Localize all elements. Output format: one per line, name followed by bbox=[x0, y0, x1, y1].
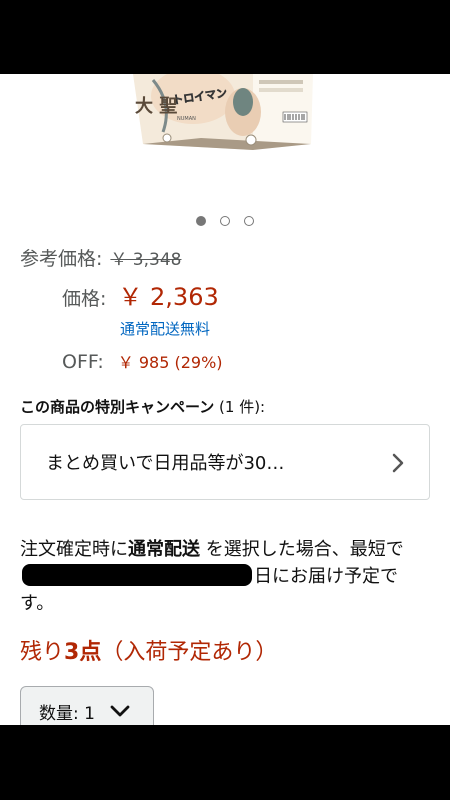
price-label: 価格: bbox=[62, 288, 107, 310]
campaign-heading-text: この商品の特別キャンペーン bbox=[20, 398, 215, 416]
carousel-dot[interactable] bbox=[196, 216, 206, 226]
quantity-dropdown[interactable]: 数量: 1 bbox=[20, 686, 154, 725]
campaign-heading: この商品の特別キャンペーン (1 件): bbox=[20, 396, 265, 417]
delivery-method: 通常配送 bbox=[128, 539, 200, 560]
campaign-item-text: まとめ買いで日用品等が30… bbox=[46, 453, 285, 474]
product-page: トロイマン NUMAN 大 聖 参考価格: ￥ 3,348 価格: ￥ 2,36… bbox=[0, 74, 450, 725]
stock-prefix: 残り bbox=[20, 640, 65, 665]
campaign-item[interactable]: まとめ買いで日用品等が30… bbox=[20, 424, 430, 500]
discount-value: ￥ 985 (29%) bbox=[117, 353, 223, 372]
stock-status: 残り3点（入荷予定あり） bbox=[20, 634, 277, 666]
redacted-date bbox=[22, 564, 252, 586]
quantity-label: 数量: 1 bbox=[39, 703, 95, 724]
price-row: 価格: ￥ 2,363 bbox=[62, 277, 219, 312]
campaign-count: (1 件): bbox=[214, 398, 266, 416]
delivery-text-2: を選択した場合、最短で bbox=[200, 539, 404, 560]
reference-price-value: ￥ 3,348 bbox=[110, 250, 182, 270]
reference-price-row: 参考価格: ￥ 3,348 bbox=[20, 244, 181, 271]
reference-price-label: 参考価格: bbox=[20, 248, 103, 270]
image-carousel-dots bbox=[0, 216, 450, 226]
carousel-dot[interactable] bbox=[244, 216, 254, 226]
product-box-illustration: トロイマン NUMAN 大 聖 bbox=[133, 74, 313, 150]
chevron-down-icon bbox=[109, 704, 131, 718]
stock-suffix: （入荷予定あり） bbox=[101, 640, 278, 665]
box-subtitle-text: NUMAN bbox=[177, 116, 196, 122]
discount-row: OFF: ￥ 985 (29%) bbox=[62, 349, 223, 373]
discount-label: OFF: bbox=[62, 351, 104, 373]
product-image[interactable]: トロイマン NUMAN 大 聖 bbox=[133, 74, 313, 170]
delivery-text-1: 注文確定時に bbox=[20, 539, 128, 560]
stock-count: 3点 bbox=[64, 640, 102, 665]
carousel-dot[interactable] bbox=[220, 216, 230, 226]
free-shipping-link[interactable]: 通常配送無料 bbox=[120, 318, 210, 339]
price-value: ￥ 2,363 bbox=[118, 283, 219, 311]
delivery-estimate: 注文確定時に通常配送 を選択した場合、最短で日にお届け予定です。 bbox=[20, 536, 425, 617]
box-side-text: 大 聖 bbox=[135, 95, 177, 117]
chevron-right-icon bbox=[391, 452, 405, 479]
